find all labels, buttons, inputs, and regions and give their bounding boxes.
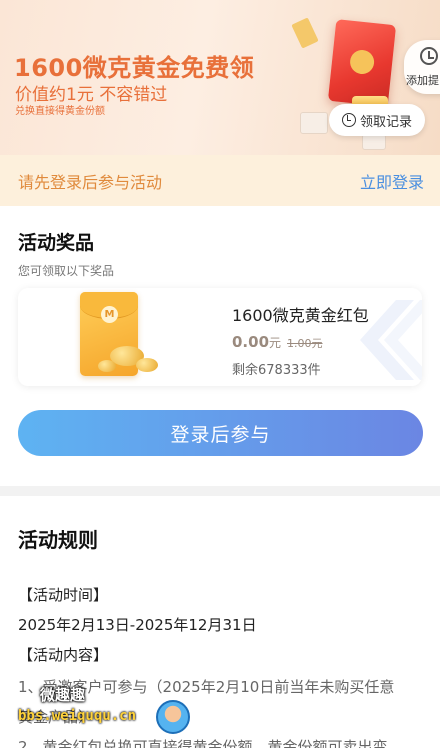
- gold-coin-icon: [136, 358, 158, 372]
- activity-banner: 1600微克黄金免费领 价值约1元 不容错过 兑换直接得黄金份额 添加提 领取记…: [0, 0, 440, 155]
- prize-card[interactable]: M 1600微克黄金红包 0.00元 1.00元 剩余678333件: [18, 288, 422, 386]
- price-original: 1.00元: [287, 337, 323, 350]
- prize-section-title: 活动奖品: [18, 232, 95, 254]
- gift-box-decoration: [300, 112, 328, 134]
- rule-line: 【活动时间】: [18, 586, 109, 604]
- watermark-url: bbs.weiququ.cn: [18, 708, 137, 724]
- gift-box-decoration: [362, 134, 386, 150]
- gold-coin-icon: [98, 360, 116, 372]
- prize-section-subtitle: 您可领取以下奖品: [18, 264, 115, 278]
- red-envelope-illustration: [327, 19, 397, 107]
- rule-line: 【活动内容】: [18, 646, 109, 664]
- claim-record-label: 领取记录: [359, 114, 412, 130]
- price-unit: 元: [269, 336, 282, 350]
- prize-stock: 剩余678333件: [232, 363, 321, 378]
- ticket-decoration: [291, 17, 319, 49]
- watermark-title: 微趣趣: [40, 686, 86, 704]
- history-icon: [341, 113, 356, 127]
- add-reminder-label: 添加提: [406, 74, 439, 87]
- banner-note: 兑换直接得黄金份额: [15, 106, 105, 117]
- rule-line: 2025年2月13日-2025年12月31日: [18, 616, 257, 634]
- banner-title: 1600微克黄金免费领: [14, 54, 255, 82]
- prize-name: 1600微克黄金红包: [232, 306, 369, 325]
- brand-logo-icon: M: [101, 306, 118, 323]
- prize-section: 活动奖品 您可领取以下奖品 M 1600微克黄金红包 0.00元 1.00元 剩余…: [0, 206, 440, 486]
- watermark-mascot-icon: [156, 700, 190, 734]
- login-hint: 请先登录后参与活动: [18, 172, 163, 192]
- login-to-join-button[interactable]: 登录后参与: [18, 410, 423, 456]
- rules-title: 活动规则: [18, 528, 98, 552]
- prize-price: 0.00元 1.00元: [232, 332, 323, 351]
- price-current: 0.00: [232, 333, 270, 351]
- login-now-link[interactable]: 立即登录: [360, 169, 424, 193]
- login-prompt-bar: 请先登录后参与活动 立即登录: [0, 155, 440, 206]
- claim-record-button[interactable]: 领取记录: [329, 104, 425, 136]
- rule-line: 2、黄金红包兑换可直接得黄金份额，黄金份额可卖出变: [18, 738, 388, 748]
- clock-icon: [420, 47, 438, 65]
